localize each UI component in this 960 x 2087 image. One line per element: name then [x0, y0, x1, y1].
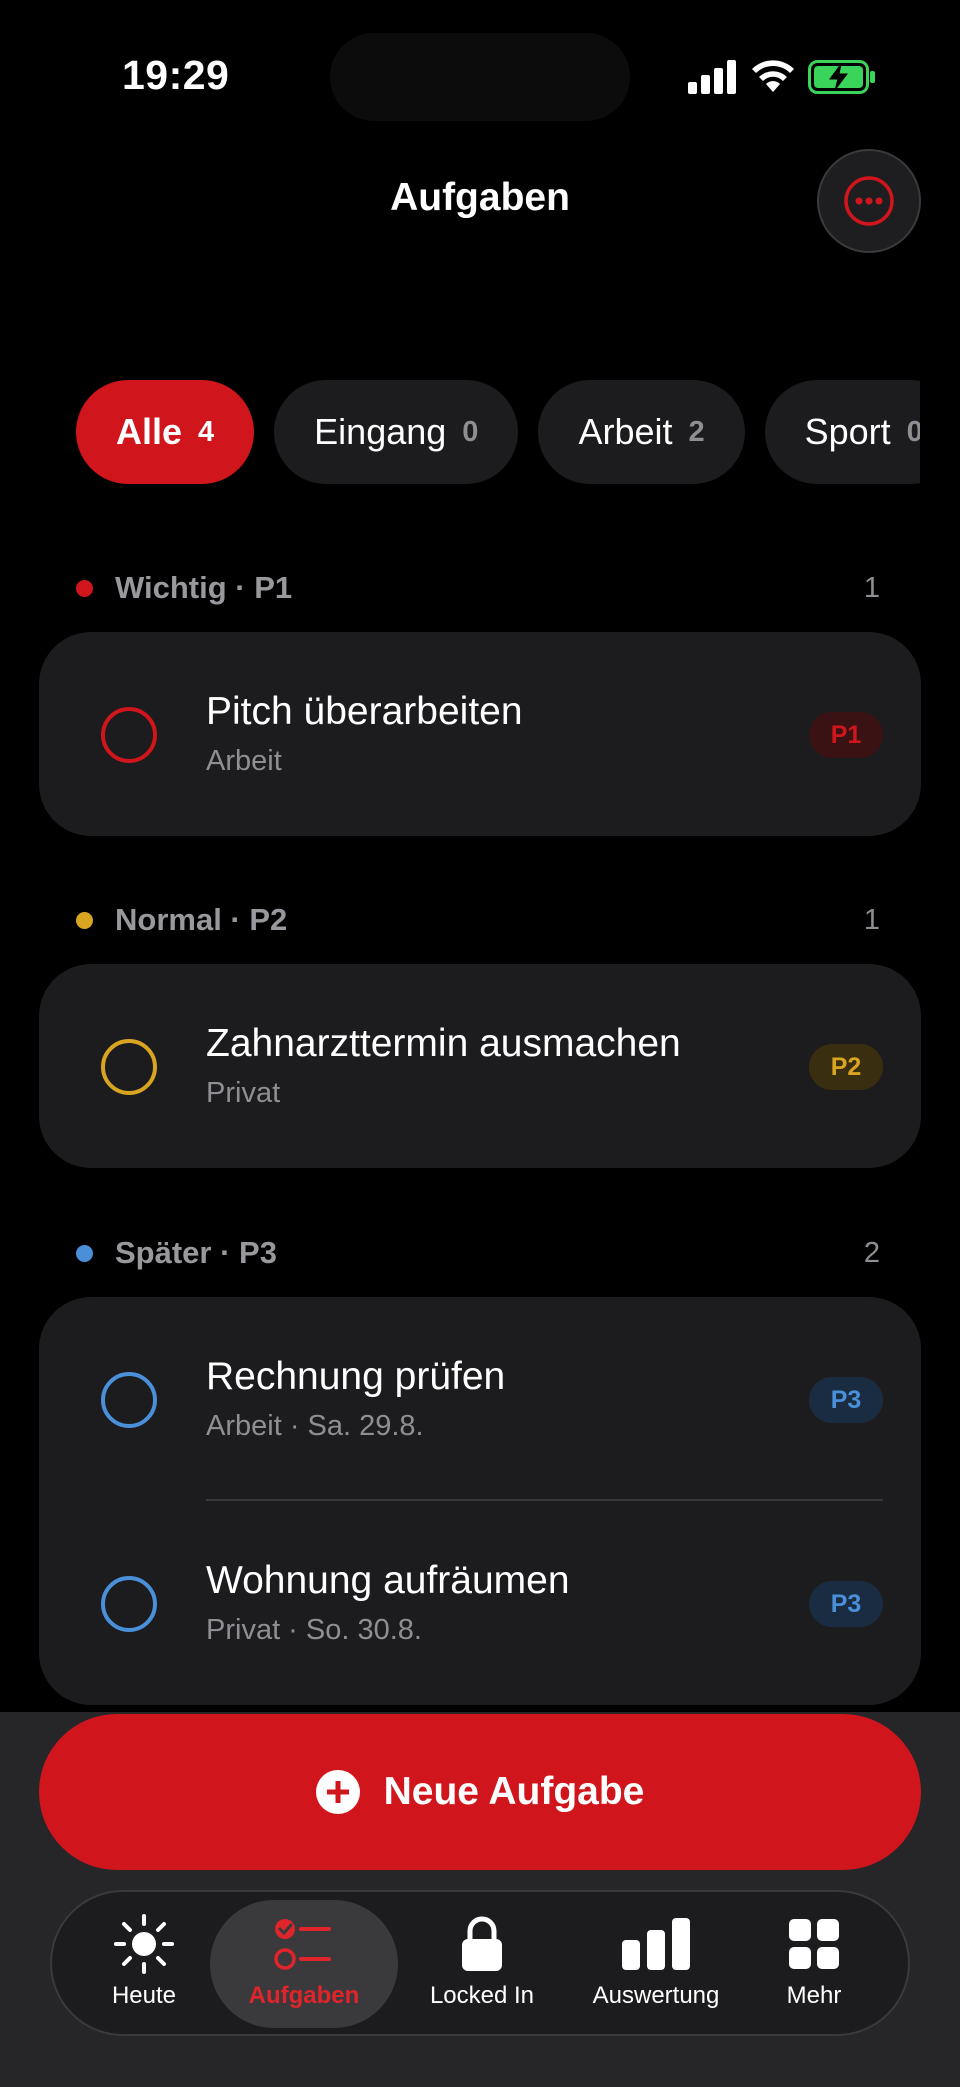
more-options-button[interactable]: [817, 149, 921, 253]
complete-checkbox[interactable]: [101, 707, 157, 763]
complete-checkbox[interactable]: [101, 1372, 157, 1428]
status-time: 19:29: [122, 52, 230, 98]
priority-badge: P1: [809, 712, 883, 758]
task-subtitle: Arbeit: [206, 745, 282, 777]
task-subtitle: Arbeit · Sa. 29.8.: [206, 1410, 424, 1442]
section-header-p3: Später · P3 2: [76, 1233, 880, 1273]
priority-dot: [76, 1244, 93, 1262]
tab-aufgaben[interactable]: Aufgaben: [210, 1900, 398, 2028]
task-title: Rechnung prüfen: [206, 1355, 506, 1398]
filter-chips: Alle 4 Eingang 0 Arbeit 2 Sport 0: [76, 380, 920, 484]
priority-badge: P2: [809, 1044, 883, 1090]
task-title: Wohnung aufräumen: [206, 1559, 570, 1602]
priority-badge: P3: [809, 1581, 883, 1627]
section-count: 1: [863, 571, 880, 604]
wifi-icon: [752, 60, 794, 92]
chip-label: Eingang: [314, 411, 447, 452]
chip-count: 2: [688, 415, 705, 448]
chip-count: 0: [906, 415, 920, 448]
plus-circle-icon: [315, 1770, 360, 1814]
section-count: 1: [863, 903, 880, 936]
dynamic-island: [330, 33, 630, 121]
tab-locked-in[interactable]: Locked In: [402, 1900, 562, 2028]
ellipsis-circle-icon: [844, 176, 894, 226]
chip-count: 4: [198, 415, 215, 448]
task-subtitle: Privat · So. 30.8.: [206, 1614, 422, 1646]
tab-auswertung[interactable]: Auswertung: [566, 1900, 746, 2028]
priority-dot: [76, 911, 93, 929]
tab-bar: Heute Aufgaben Locked In Auswertung Mehr: [50, 1890, 910, 2036]
task-subtitle: Privat: [206, 1077, 281, 1109]
section-title: Später · P3: [115, 1235, 277, 1270]
filter-chip-sport[interactable]: Sport 0: [764, 380, 920, 484]
grid-icon: [789, 1919, 839, 1969]
task-row[interactable]: Rechnung prüfen Arbeit · Sa. 29.8. P3: [39, 1297, 921, 1503]
complete-checkbox[interactable]: [101, 1039, 157, 1095]
section-count: 2: [863, 1236, 880, 1269]
cellular-signal-icon: [688, 60, 736, 94]
tab-heute[interactable]: Heute: [82, 1900, 206, 2028]
sun-icon: [114, 1914, 174, 1974]
tab-label: Mehr: [786, 1982, 842, 2009]
chip-label: Sport: [804, 411, 891, 452]
status-bar: 19:29: [0, 0, 960, 150]
tab-mehr[interactable]: Mehr: [752, 1900, 876, 2028]
new-task-button[interactable]: Neue Aufgabe: [39, 1714, 921, 1870]
section-header-p1: Wichtig · P1 1: [76, 568, 880, 608]
filter-chip-alle[interactable]: Alle 4: [76, 380, 255, 484]
tab-label: Auswertung: [592, 1982, 720, 2009]
task-row[interactable]: Zahnarzttermin ausmachen Privat P2: [39, 964, 921, 1170]
complete-checkbox[interactable]: [101, 1576, 157, 1632]
priority-dot: [76, 579, 93, 597]
section-title: Normal · P2: [115, 902, 288, 937]
task-card-p1: Pitch überarbeiten Arbeit P1: [39, 632, 921, 836]
page-title: Aufgaben: [390, 176, 570, 219]
task-row[interactable]: Wohnung aufräumen Privat · So. 30.8. P3: [39, 1501, 921, 1707]
tab-label: Aufgaben: [248, 1982, 360, 2009]
checklist-icon: [274, 1919, 331, 1970]
section-title: Wichtig · P1: [115, 570, 293, 605]
battery-charging-icon: [808, 60, 875, 94]
bar-chart-icon: [622, 1918, 690, 1970]
task-card-p3: Rechnung prüfen Arbeit · Sa. 29.8. P3 Wo…: [39, 1297, 921, 1705]
task-card-p2: Zahnarzttermin ausmachen Privat P2: [39, 964, 921, 1168]
task-title: Pitch überarbeiten: [206, 690, 523, 733]
lock-icon: [462, 1916, 502, 1971]
task-title: Zahnarzttermin ausmachen: [206, 1022, 681, 1065]
chip-label: Alle: [116, 411, 183, 452]
new-task-label: Neue Aufgabe: [383, 1770, 645, 1813]
chip-count: 0: [462, 415, 479, 448]
priority-badge: P3: [809, 1377, 883, 1423]
task-row[interactable]: Pitch überarbeiten Arbeit P1: [39, 632, 921, 838]
filter-chip-arbeit[interactable]: Arbeit 2: [538, 380, 745, 484]
chip-label: Arbeit: [578, 411, 673, 452]
filter-chip-eingang[interactable]: Eingang 0: [274, 380, 519, 484]
section-header-p2: Normal · P2 1: [76, 900, 880, 940]
tab-label: Heute: [111, 1982, 177, 2009]
tab-label: Locked In: [429, 1982, 535, 2009]
